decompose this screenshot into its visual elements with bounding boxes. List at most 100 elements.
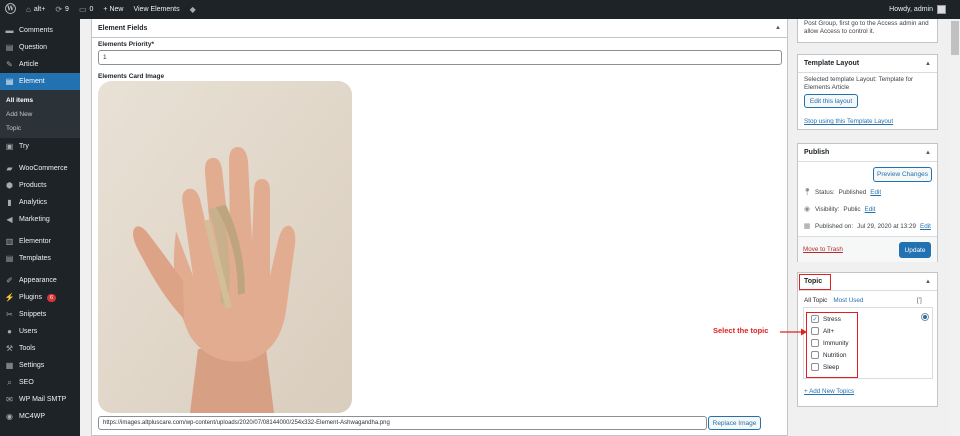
analytics-icon: ▮ (7, 198, 12, 207)
access-note: Post Group, first go to the Access admin… (804, 20, 929, 35)
comment-icon: ▬ (5, 26, 14, 35)
add-new-topic-link[interactable]: + Add New Topics (804, 388, 854, 395)
sidebar-item-label: Tools (19, 345, 36, 352)
updates-count: 9 (65, 6, 69, 13)
brush-icon: ✐ (6, 276, 13, 285)
sidebar-item-label: Elementor (19, 238, 51, 245)
submenu-add-new[interactable]: Add New (0, 107, 80, 121)
sidebar-item-wp-mail-smtp[interactable]: ✉ WP Mail SMTP (0, 391, 80, 408)
sidebar-item-comments[interactable]: ▬ Comments (0, 22, 80, 39)
edit-date-link[interactable]: Edit (920, 223, 931, 230)
sidebar-item-plugins[interactable]: ⚡ Plugins 6 (0, 289, 80, 306)
sidebar-item-analytics[interactable]: ▮ Analytics (0, 194, 80, 211)
sidebar-item-label: Marketing (19, 216, 50, 223)
site-name-menu[interactable]: ⌂ alt+ (21, 0, 50, 19)
status-value: Published (838, 188, 867, 196)
sidebar-item-users[interactable]: ● Users (0, 323, 80, 340)
sidebar-item-mc4wp[interactable]: ◉ MC4WP (0, 408, 80, 425)
element-submenu: All items Add New Topic (0, 90, 80, 138)
element-fields-metabox: Element Fields ▲ Elements Priority* 1 El… (91, 19, 788, 436)
published-label: Published on: (815, 222, 854, 230)
tools-icon: ⚒ (5, 344, 14, 353)
wp-logo-menu[interactable]: W (0, 0, 21, 19)
preview-changes-button[interactable]: Preview Changes (873, 167, 932, 182)
edit-status-link[interactable]: Edit (870, 189, 881, 196)
plugin-icon: ⚡ (4, 293, 15, 302)
edit-layout-button[interactable]: Edit this layout (804, 94, 858, 108)
sidebar-item-label: MC4WP (19, 413, 46, 420)
settings-icon: ▦ (5, 361, 14, 370)
diamond-menu[interactable]: ◆ (185, 0, 201, 19)
sidebar-item-label: Users (19, 328, 38, 335)
sidebar-item-marketing[interactable]: ◀ Marketing (0, 211, 80, 228)
topic-title-highlight (799, 274, 831, 290)
new-content-menu[interactable]: + New (98, 0, 128, 19)
sidebar-item-seo[interactable]: ⌕ SEO (0, 374, 80, 391)
my-account-menu[interactable]: Howdy, admin (889, 5, 960, 14)
move-to-trash-link[interactable]: Move to Trash (803, 246, 843, 253)
priority-label: Elements Priority* (98, 41, 154, 48)
products-icon: ⬢ (6, 181, 13, 190)
sidebar-item-label: SEO (19, 379, 34, 386)
publish-metabox: Publish ▲ Preview Changes 📍︎ Status: Pub… (797, 143, 938, 262)
seo-icon: ⌕ (7, 377, 12, 387)
page-scrollbar[interactable] (950, 19, 960, 436)
admin-bar: W ⌂ alt+ ⟳ 9 ▭ 0 + New View Elements ◆ H… (0, 0, 960, 19)
sidebar-item-settings[interactable]: ▦ Settings (0, 357, 80, 374)
radio-dot-icon (923, 315, 927, 319)
priority-input[interactable]: 1 (98, 50, 782, 65)
sidebar-item-label: Element (19, 78, 45, 85)
templates-icon: ▤ (5, 254, 14, 263)
sidebar-item-elementor[interactable]: ▥ Elementor (0, 233, 80, 250)
collapse-arrow-icon[interactable]: ▲ (775, 25, 781, 31)
comments-menu[interactable]: ▭ 0 (74, 0, 98, 19)
tab-all-topic[interactable]: All Topic (804, 297, 827, 304)
sidebar-item-try[interactable]: ▣ Try (0, 138, 80, 155)
sidebar-item-woocommerce[interactable]: ▰ WooCommerce (0, 160, 80, 177)
tab-most-used[interactable]: Most Used (833, 297, 863, 304)
diamond-icon: ◆ (189, 5, 196, 14)
sidebar-item-question[interactable]: ▤ Question (0, 39, 80, 56)
collapse-arrow-icon[interactable]: ▲ (925, 61, 931, 67)
collapse-arrow-icon[interactable]: ▲ (925, 279, 931, 285)
site-name: alt+ (33, 6, 46, 13)
publish-actions: Move to Trash Update (798, 236, 937, 262)
sidebar-item-tools[interactable]: ⚒ Tools (0, 340, 80, 357)
sidebar-item-article[interactable]: ✎ Article (0, 56, 80, 73)
topic-tabs: All Topic Most Used (804, 297, 863, 304)
topic-list-highlight (806, 312, 858, 378)
template-layout-title: Template Layout (804, 60, 860, 67)
access-metabox: Post Group, first go to the Access admin… (797, 19, 938, 43)
megaphone-icon: ◀ (6, 215, 13, 224)
image-url-input[interactable]: https://images.altpluscare.com/wp-conten… (98, 416, 707, 430)
edit-visibility-link[interactable]: Edit (865, 206, 876, 213)
comments-count: 0 (89, 6, 94, 13)
updates-menu[interactable]: ⟳ 9 (50, 0, 74, 19)
snippets-icon: ✂ (6, 310, 13, 319)
view-elements-link[interactable]: View Elements (128, 0, 184, 19)
view-elements-label: View Elements (133, 6, 180, 13)
users-icon: ● (7, 327, 12, 336)
submenu-all-items[interactable]: All items (0, 93, 80, 107)
scrollbar-thumb[interactable] (951, 21, 959, 55)
sidebar-item-label: WooCommerce (19, 165, 68, 172)
replace-image-button[interactable]: Replace Image (708, 416, 761, 430)
primary-topic-radio[interactable] (921, 313, 929, 321)
template-layout-metabox: Template Layout ▲ Selected template Layo… (797, 54, 938, 130)
sidebar-item-element[interactable]: ▤ Element (0, 73, 80, 90)
sidebar-item-label: Products (19, 182, 47, 189)
sidebar-item-snippets[interactable]: ✂ Snippets (0, 306, 80, 323)
admin-sidebar: ▬ Comments ▤ Question ✎ Article ▤ Elemen… (0, 19, 80, 436)
sidebar-item-templates[interactable]: ▤ Templates (0, 250, 80, 267)
plugins-update-badge: 6 (46, 293, 57, 302)
question-icon: ▤ (5, 43, 14, 52)
collapse-arrow-icon[interactable]: ▲ (925, 150, 931, 156)
wordpress-icon: W (5, 3, 16, 16)
submenu-topic[interactable]: Topic (0, 121, 80, 135)
update-button[interactable]: Update (899, 242, 931, 258)
new-content-label: + New (103, 6, 124, 13)
lock-icon: ▣ (5, 142, 14, 151)
sidebar-item-products[interactable]: ⬢ Products (0, 177, 80, 194)
sidebar-item-appearance[interactable]: ✐ Appearance (0, 272, 80, 289)
stop-template-link[interactable]: Stop using this Template Layout (804, 118, 893, 125)
